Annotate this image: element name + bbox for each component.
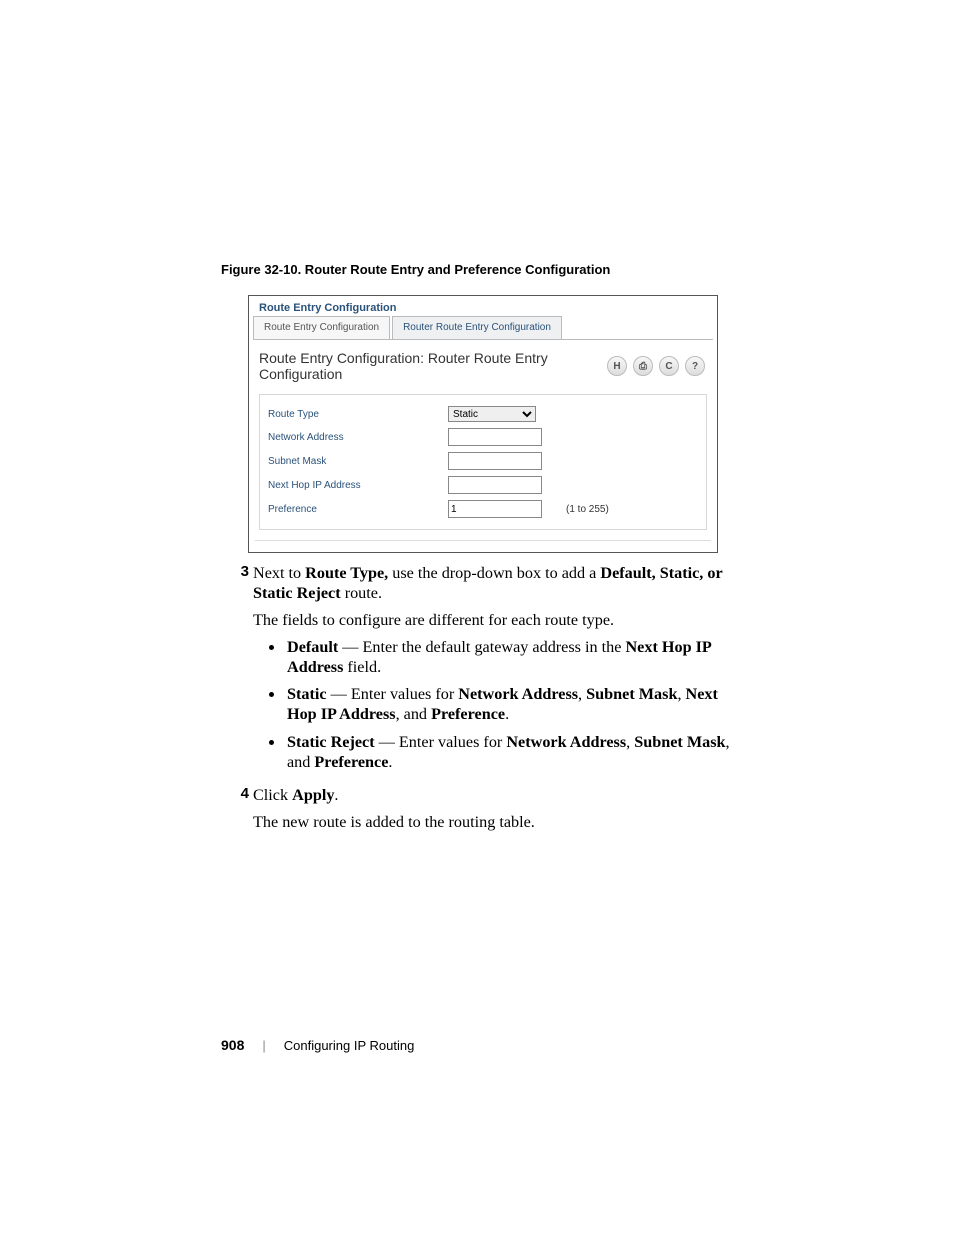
panel-action-icons: H ⎙ C ? bbox=[607, 356, 705, 376]
text: , bbox=[677, 685, 685, 703]
text: , bbox=[626, 733, 634, 751]
text-bold: Network Address bbox=[506, 733, 626, 751]
list-item: Static Reject — Enter values for Network… bbox=[285, 732, 737, 772]
route-form: Route Type Static Network Address Subnet… bbox=[259, 394, 707, 530]
text-bold: Static bbox=[287, 685, 327, 703]
panel-breadcrumb: Route Entry Configuration: Router Route … bbox=[259, 350, 607, 382]
next-hop-input[interactable] bbox=[448, 476, 542, 494]
preference-input[interactable] bbox=[448, 500, 542, 518]
preference-hint: (1 to 255) bbox=[566, 504, 609, 515]
text-bold: Route Type, bbox=[305, 564, 388, 582]
text: . bbox=[334, 786, 338, 804]
network-address-label: Network Address bbox=[266, 432, 448, 443]
tab-bar: Route Entry Configuration Router Route E… bbox=[253, 316, 713, 340]
refresh-icon[interactable]: C bbox=[659, 356, 679, 376]
text-bold: Apply bbox=[292, 786, 334, 804]
router-config-panel: Route Entry Configuration Route Entry Co… bbox=[248, 295, 718, 553]
text-bold: Subnet Mask bbox=[586, 685, 677, 703]
route-type-label: Route Type bbox=[266, 409, 448, 420]
page-footer: 908 | Configuring IP Routing bbox=[221, 1037, 414, 1053]
text: — Enter values for bbox=[327, 685, 459, 703]
text-bold: Subnet Mask bbox=[634, 733, 725, 751]
figure-caption: Figure 32-10. Router Route Entry and Pre… bbox=[221, 262, 610, 277]
step-number-4: 4 bbox=[221, 785, 253, 839]
text-bold: Network Address bbox=[458, 685, 578, 703]
help-icon[interactable]: ? bbox=[685, 356, 705, 376]
text: The new route is added to the routing ta… bbox=[253, 812, 737, 832]
text: , and bbox=[396, 705, 432, 723]
text: The fields to configure are different fo… bbox=[253, 610, 737, 630]
step-number-3: 3 bbox=[221, 563, 253, 779]
subnet-mask-input[interactable] bbox=[448, 452, 542, 470]
print-icon[interactable]: ⎙ bbox=[633, 356, 653, 376]
text-bold: Static Reject bbox=[287, 733, 375, 751]
section-title: Configuring IP Routing bbox=[284, 1038, 415, 1053]
text: route. bbox=[341, 584, 382, 602]
list-item: Default — Enter the default gateway addr… bbox=[285, 637, 737, 677]
text: . bbox=[505, 705, 509, 723]
text: — Enter values for bbox=[375, 733, 507, 751]
text: field. bbox=[343, 658, 381, 676]
list-item: Static — Enter values for Network Addres… bbox=[285, 684, 737, 724]
text-bold: Preference bbox=[314, 753, 388, 771]
network-address-input[interactable] bbox=[448, 428, 542, 446]
instruction-content: 3 Next to Route Type, use the drop-down … bbox=[221, 563, 737, 845]
text: . bbox=[388, 753, 392, 771]
text-bold: Preference bbox=[431, 705, 505, 723]
text-bold: Default bbox=[287, 638, 338, 656]
text: Click bbox=[253, 786, 292, 804]
text: , bbox=[578, 685, 586, 703]
next-hop-label: Next Hop IP Address bbox=[266, 480, 448, 491]
footer-divider: | bbox=[262, 1038, 265, 1053]
text: use the drop-down box to add a bbox=[388, 564, 600, 582]
subnet-mask-label: Subnet Mask bbox=[266, 456, 448, 467]
route-type-select[interactable]: Static bbox=[448, 406, 536, 422]
text: — Enter the default gateway address in t… bbox=[338, 638, 625, 656]
tab-route-entry-config[interactable]: Route Entry Configuration bbox=[253, 316, 390, 339]
text: Next to bbox=[253, 564, 305, 582]
page-number: 908 bbox=[221, 1037, 244, 1053]
save-icon[interactable]: H bbox=[607, 356, 627, 376]
panel-title: Route Entry Configuration bbox=[249, 296, 717, 316]
preference-label: Preference bbox=[266, 504, 448, 515]
tab-router-route-entry-config[interactable]: Router Route Entry Configuration bbox=[392, 316, 562, 339]
